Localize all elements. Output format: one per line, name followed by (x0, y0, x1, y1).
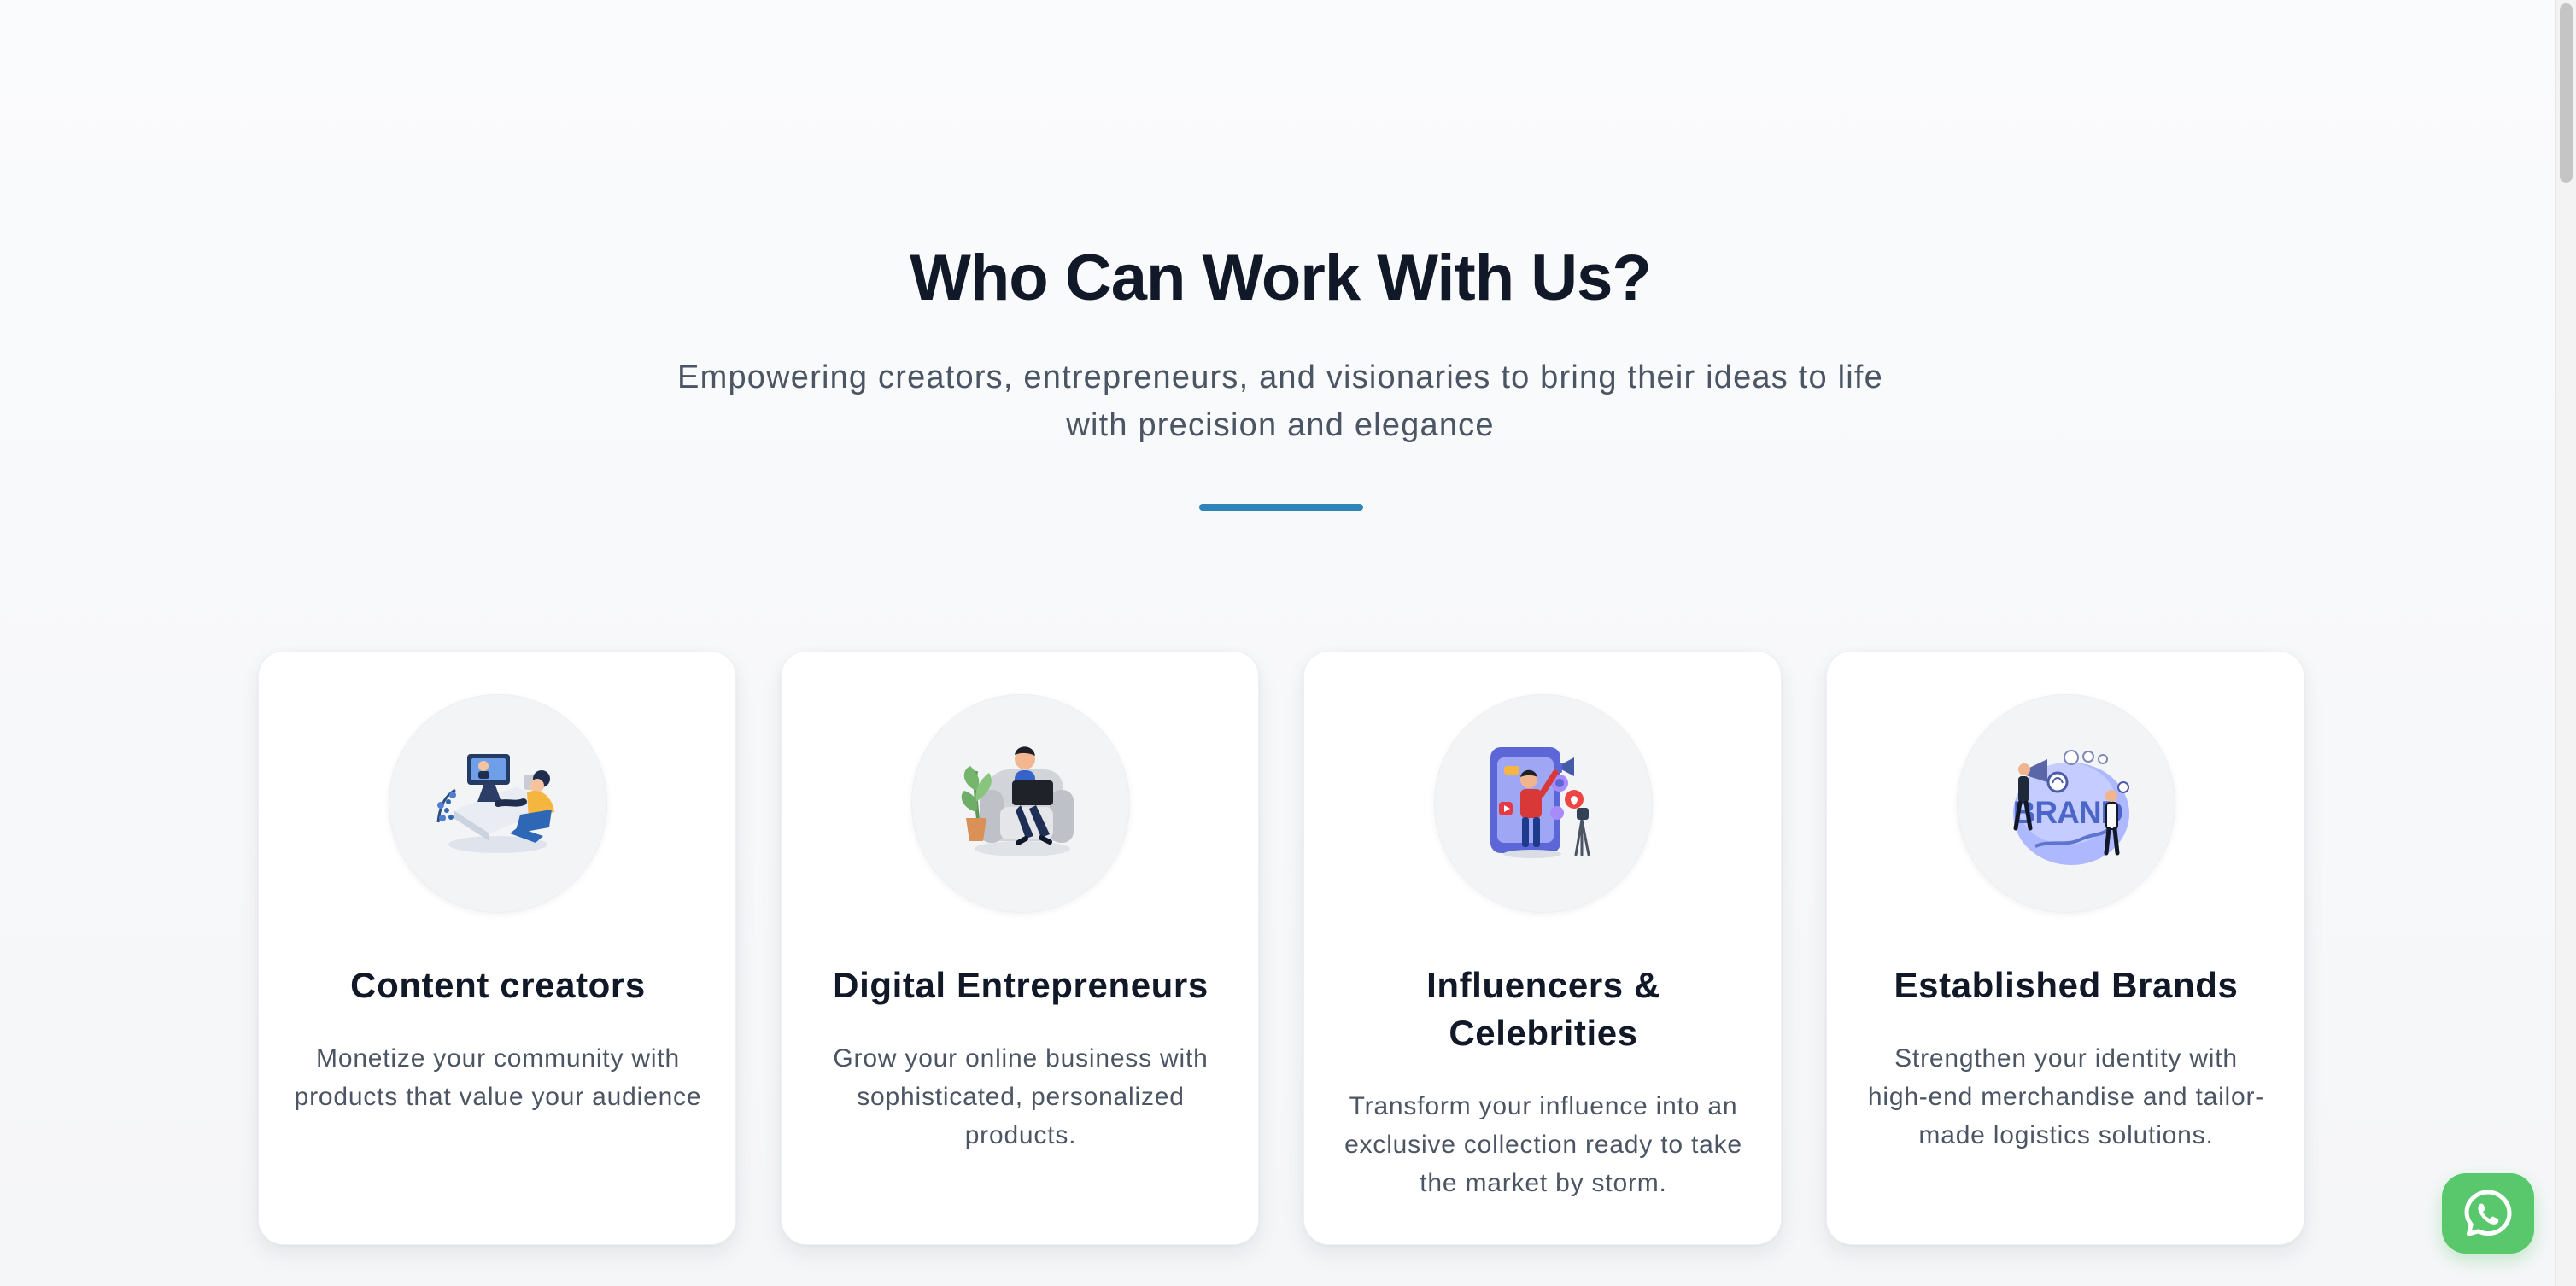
card-description: Transform your influence into an exclusi… (1344, 1092, 1742, 1197)
content-creators-card: Content creators Monetize your community… (258, 651, 736, 1245)
section-subtitle: Empowering creators, entrepreneurs, and … (677, 359, 1883, 443)
card-title: Digital Entrepreneurs (833, 965, 1209, 1005)
card-description: Monetize your community with products th… (294, 1044, 702, 1111)
established-brands-card: BRAND Established Brands Strengthen your… (1826, 651, 2304, 1245)
content-creator-illustration (389, 694, 607, 913)
card-title: Influencers & Celebrities (1426, 965, 1660, 1053)
section-title: Who Can Work With Us? (910, 242, 1652, 314)
whatsapp-button[interactable] (2442, 1173, 2534, 1254)
audience-section: Who Can Work With Us? Empowering creator… (0, 0, 2556, 1286)
card-description: Strengthen your identity with high-end m… (1867, 1044, 2265, 1149)
influencers-celebrities-card: Influencers & Celebrities Transform your… (1303, 651, 1782, 1245)
accent-divider (1199, 504, 1363, 511)
vertical-scrollbar[interactable] (2555, 0, 2576, 1286)
influencer-celebrity-illustration (1434, 694, 1653, 913)
digital-entrepreneurs-card: Digital Entrepreneurs Grow your online b… (781, 651, 1259, 1245)
card-title: Established Brands (1894, 965, 2239, 1005)
whatsapp-icon (2464, 1190, 2512, 1236)
card-description: Grow your online business with sophistic… (833, 1044, 1209, 1149)
scrollbar-thumb[interactable] (2560, 3, 2573, 183)
established-brands-illustration: BRAND (1957, 694, 2175, 913)
card-title: Content creators (350, 965, 646, 1005)
digital-entrepreneur-illustration (911, 694, 1130, 913)
